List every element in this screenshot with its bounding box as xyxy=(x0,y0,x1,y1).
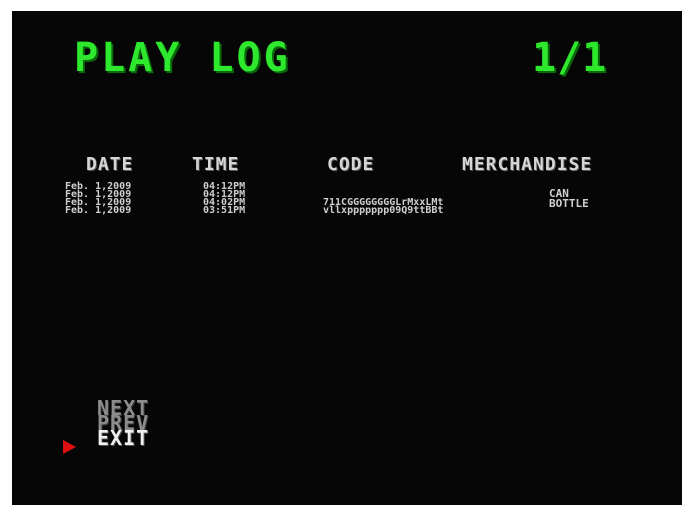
code-column: 711CGGGGGGGGLrMxxLMt vllxppppppp09Q9ttBB… xyxy=(323,198,444,216)
column-header-merchandise: MERCHANDISE xyxy=(462,154,593,175)
merchandise-column: CAN BOTTLE xyxy=(549,188,589,210)
log-time: 03:51PM xyxy=(203,205,246,216)
menu-item-exit[interactable]: EXIT xyxy=(97,428,149,448)
log-date: Feb. 1,2009 xyxy=(65,205,132,216)
page-indicator: 1/1 xyxy=(532,35,608,81)
log-code: vllxppppppp09Q9ttBBt xyxy=(323,205,444,216)
column-header-code: CODE xyxy=(327,154,375,175)
column-header-time: TIME xyxy=(192,154,240,175)
game-screen: PLAY LOG 1/1 DATE TIME CODE MERCHANDISE … xyxy=(12,11,682,505)
column-header-date: DATE xyxy=(86,154,134,175)
time-column: 04:12PM 04:12PM 04:02PM 03:51PM xyxy=(203,182,246,216)
log-merchandise: BOTTLE xyxy=(549,197,589,210)
page-title: PLAY LOG xyxy=(74,35,291,81)
date-column: Feb. 1,2009 Feb. 1,2009 Feb. 1,2009 Feb.… xyxy=(65,182,132,216)
selection-cursor-icon xyxy=(63,440,76,454)
navigation-menu: NEXT PREV EXIT xyxy=(97,398,149,448)
